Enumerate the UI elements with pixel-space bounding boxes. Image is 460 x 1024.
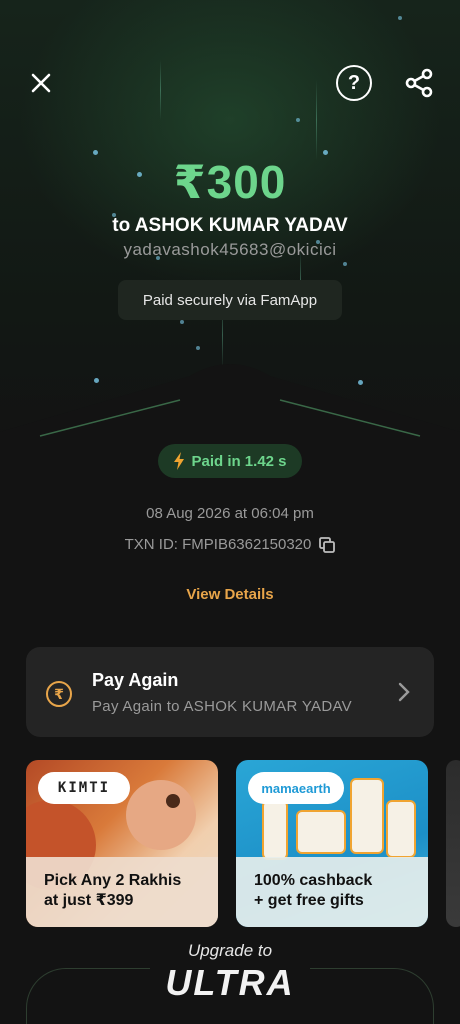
rupee-icon: ₹	[46, 681, 72, 707]
product-image	[262, 800, 288, 860]
pay-again-card[interactable]: ₹ Pay Again Pay Again to ASHOK KUMAR YAD…	[26, 647, 434, 737]
offer-caption-line: Pick Any 2 Rakhis	[44, 872, 182, 889]
offer-card-mamaearth[interactable]: mamaearth 100% cashback + get free gifts	[236, 760, 428, 927]
transaction-id: TXN ID: FMPIB6362150320	[124, 536, 312, 553]
product-image	[386, 800, 416, 858]
ultra-brand-title[interactable]: ULTRA	[0, 962, 460, 1004]
payee-upi-id: yadavashok45683@okicici	[123, 240, 337, 259]
product-image	[296, 810, 346, 854]
offer-caption-line: 100% cashback	[254, 872, 373, 889]
star-decoration	[196, 346, 200, 350]
paid-duration-text: Paid in 1.42 s	[191, 452, 287, 470]
transaction-datetime: 08 Aug 2026 at 06:04 pm	[146, 505, 314, 522]
payment-amount: ₹300	[173, 156, 287, 208]
offer-caption: 100% cashback + get free gifts	[236, 857, 428, 927]
view-details-link[interactable]: View Details	[0, 586, 460, 603]
brand-logo-kimti: KIMTI	[38, 772, 130, 804]
close-button[interactable]	[24, 66, 58, 100]
star-decoration	[180, 320, 184, 324]
pay-again-subtitle: Pay Again to ASHOK KUMAR YADAV	[92, 698, 352, 715]
offer-image-decoration	[126, 780, 196, 850]
transaction-id-row: TXN ID: FMPIB6362150320	[0, 536, 460, 553]
paid-duration-badge: Paid in 1.42 s	[158, 444, 302, 478]
bolt-icon	[174, 452, 185, 470]
hero-divider-arch	[0, 364, 460, 450]
upgrade-label: Upgrade to	[187, 941, 273, 960]
offer-caption-line: + get free gifts	[254, 892, 364, 909]
offer-image-decoration	[166, 794, 180, 808]
offer-card-kimti[interactable]: KIMTI Pick Any 2 Rakhis at just ₹399	[26, 760, 218, 927]
help-icon: ?	[347, 71, 361, 94]
light-streak	[160, 60, 161, 120]
close-icon	[31, 73, 51, 93]
copy-icon[interactable]	[319, 536, 336, 553]
paid-securely-text: Paid securely via FamApp	[142, 291, 318, 309]
light-streak	[316, 80, 317, 160]
offer-caption-line: at just ₹399	[44, 892, 134, 909]
offer-card-partial[interactable]	[446, 760, 460, 927]
star-decoration	[296, 118, 300, 122]
product-image	[350, 778, 384, 854]
star-decoration	[398, 16, 402, 20]
star-decoration	[343, 262, 347, 266]
offer-caption: Pick Any 2 Rakhis at just ₹399	[26, 857, 218, 927]
share-icon	[405, 68, 433, 98]
pay-again-title: Pay Again	[92, 670, 179, 690]
chevron-right-icon	[398, 682, 410, 702]
help-button[interactable]: ?	[336, 65, 372, 101]
share-button[interactable]	[400, 64, 438, 102]
paid-securely-badge: Paid securely via FamApp	[118, 280, 342, 320]
payee-name: to ASHOK KUMAR YADAV	[112, 215, 348, 236]
brand-logo-mamaearth: mamaearth	[248, 772, 344, 804]
